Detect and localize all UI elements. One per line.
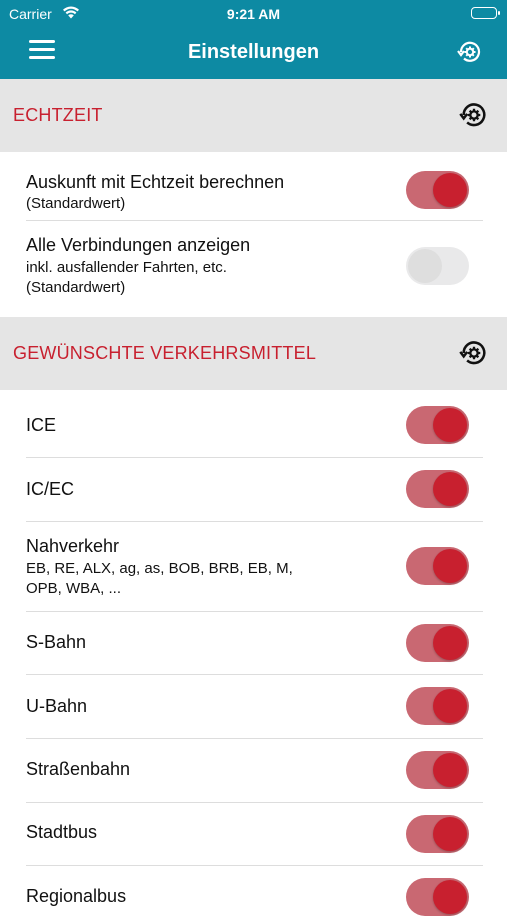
setting-label: U-Bahn <box>26 696 88 716</box>
nav-bar: Einstellungen <box>0 28 507 79</box>
setting-label: Auskunft mit Echtzeit berechnen <box>26 172 285 192</box>
setting-label: S-Bahn <box>26 632 87 652</box>
setting-label: ICE <box>26 415 57 435</box>
setting-row-strassenbahn[interactable]: Straßenbahn <box>0 739 507 802</box>
toggle-switch[interactable] <box>406 624 469 662</box>
setting-label: IC/EC <box>26 479 75 499</box>
toggle-switch[interactable] <box>406 878 469 916</box>
section-title: GEWÜNSCHTE VERKEHRSMITTEL <box>13 343 317 363</box>
reset-settings-icon[interactable] <box>456 38 484 71</box>
section-header-echtzeit: ECHTZEIT <box>0 79 507 152</box>
setting-label: Alle Verbindungen anzeigen <box>26 235 251 255</box>
setting-label: Stadtbus <box>26 822 98 842</box>
setting-row-stadtbus[interactable]: Stadtbus <box>0 803 507 866</box>
status-time: 9:21 AM <box>226 6 281 22</box>
page-title: Einstellungen <box>187 41 320 63</box>
toggle-switch[interactable] <box>406 815 469 853</box>
setting-label: Nahverkehr <box>26 536 120 556</box>
toggle-switch[interactable] <box>406 247 469 285</box>
toggle-switch[interactable] <box>406 406 469 444</box>
setting-row-ic-ec[interactable]: IC/EC <box>0 458 507 521</box>
app-header: Carrier 9:21 AM Einstellungen <box>0 0 507 79</box>
section-header-verkehrsmittel: GEWÜNSCHTE VERKEHRSMITTEL <box>0 317 507 390</box>
setting-row-s-bahn[interactable]: S-Bahn <box>0 612 507 675</box>
toggle-switch[interactable] <box>406 547 469 585</box>
section-title: ECHTZEIT <box>13 105 103 125</box>
battery-icon <box>471 7 500 19</box>
status-bar: Carrier 9:21 AM <box>0 0 507 28</box>
setting-sublabel: OPB, WBA, ... <box>26 580 122 597</box>
setting-row-nahverkehr[interactable]: Nahverkehr EB, RE, ALX, ag, as, BOB, BRB… <box>0 522 507 612</box>
toggle-switch[interactable] <box>406 751 469 789</box>
toggle-switch[interactable] <box>406 171 469 209</box>
reset-section-icon[interactable] <box>458 99 490 136</box>
reset-section-icon[interactable] <box>458 337 490 374</box>
setting-label: Straßenbahn <box>26 759 131 779</box>
setting-sublabel: (Standardwert) <box>26 195 126 212</box>
setting-row-echtzeit[interactable]: Auskunft mit Echtzeit berechnen (Standar… <box>0 152 507 220</box>
setting-row-u-bahn[interactable]: U-Bahn <box>0 675 507 738</box>
setting-label: Regionalbus <box>26 886 127 906</box>
toggle-switch[interactable] <box>406 470 469 508</box>
setting-sublabel: inkl. ausfallender Fahrten, etc. <box>26 259 227 276</box>
setting-sublabel: (Standardwert) <box>26 279 126 296</box>
setting-row-ice[interactable]: ICE <box>0 394 507 458</box>
setting-row-regionalbus[interactable]: Regionalbus <box>0 866 507 916</box>
setting-sublabel: EB, RE, ALX, ag, as, BOB, BRB, EB, M, <box>26 560 293 577</box>
setting-row-alle-verbindungen[interactable]: Alle Verbindungen anzeigen inkl. ausfall… <box>0 221 507 317</box>
toggle-switch[interactable] <box>406 687 469 725</box>
